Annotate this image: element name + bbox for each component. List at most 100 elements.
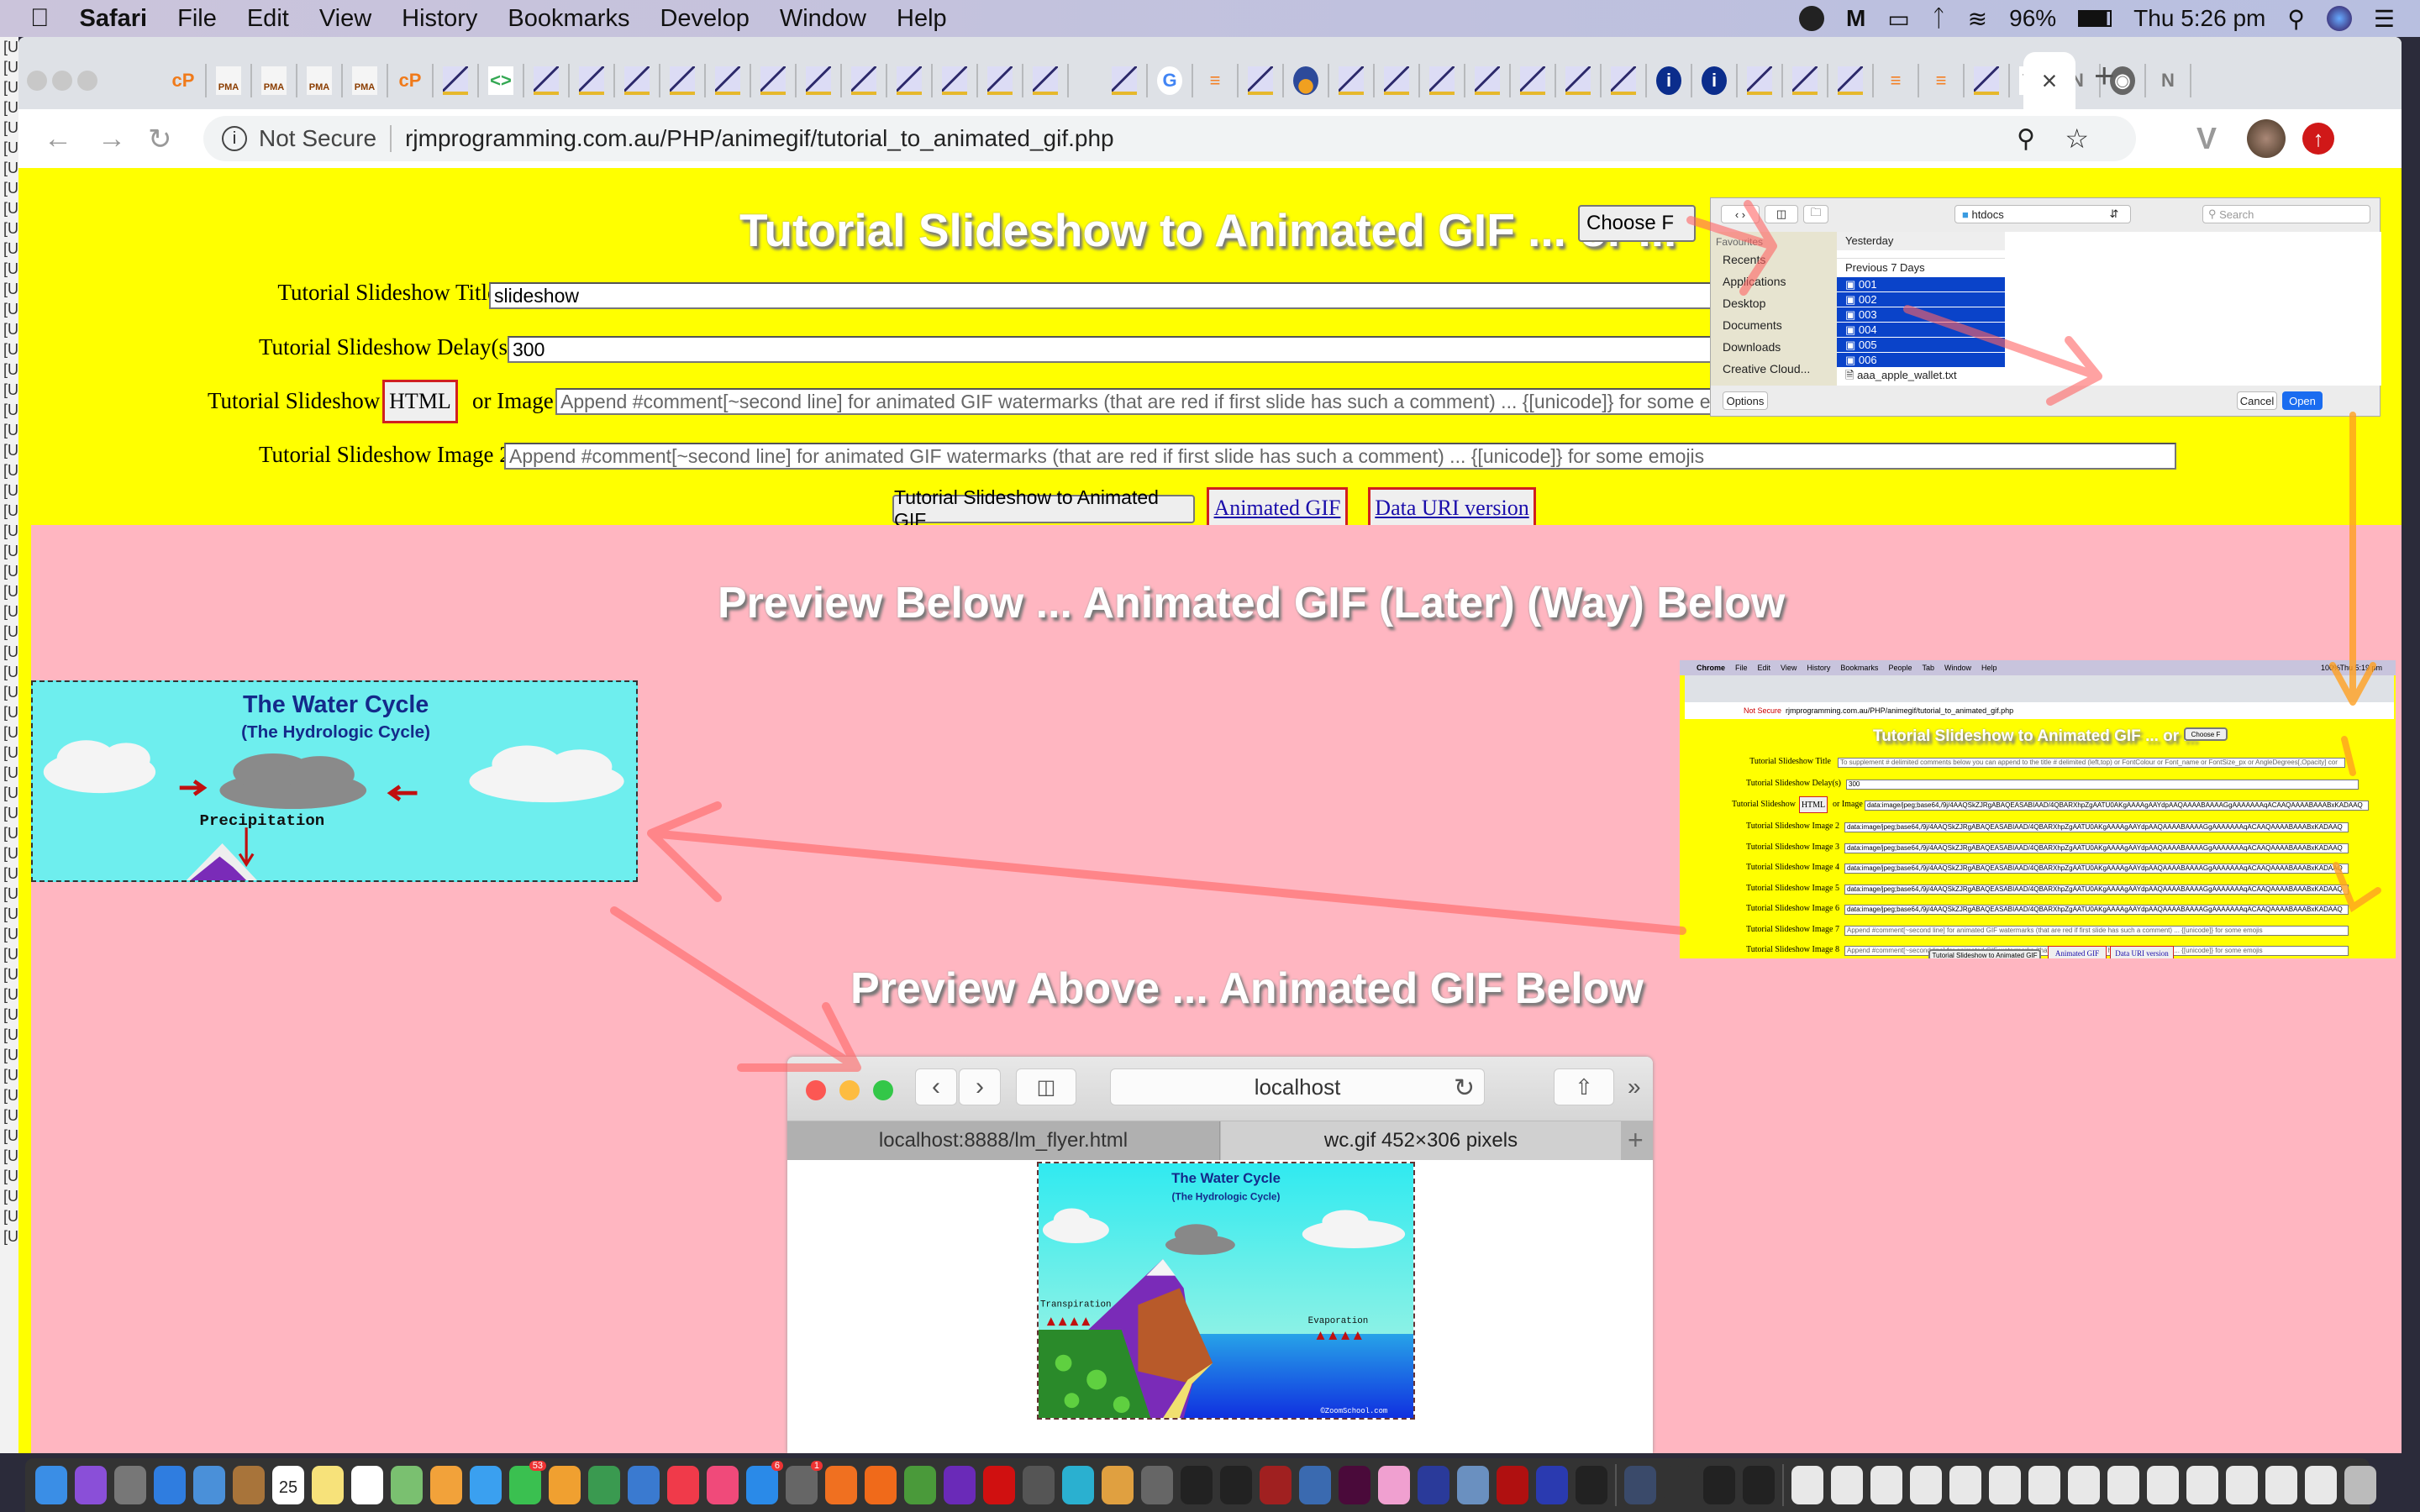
dock-word-press-icon[interactable]: [1418, 1466, 1449, 1504]
safari-minimize-button[interactable]: [839, 1080, 860, 1100]
url-text[interactable]: rjmprogramming.com.au/PHP/animegif/tutor…: [405, 125, 1114, 152]
new-tab-button[interactable]: +: [2094, 55, 2115, 96]
more-chevron-icon[interactable]: »: [1628, 1074, 1641, 1100]
bookmark-star-icon[interactable]: ☆: [2065, 123, 2089, 155]
airplay-icon[interactable]: ▭: [1887, 5, 1909, 33]
dialog-back-forward[interactable]: ‹ ›: [1721, 205, 1760, 223]
dock-inkscape-icon[interactable]: [1220, 1466, 1252, 1504]
file-item-selected[interactable]: ▣ 002: [1837, 292, 2005, 307]
file-item-selected[interactable]: ▣ 001: [1837, 277, 2005, 292]
menu-history[interactable]: History: [402, 5, 477, 33]
tab-rjm[interactable]: [978, 64, 1023, 97]
dock-facetime-icon[interactable]: 53: [509, 1461, 546, 1504]
safari-address-bar[interactable]: localhost: [1110, 1068, 1485, 1105]
dock-reminders-icon[interactable]: [351, 1466, 383, 1504]
clock[interactable]: Thu 5:26 pm: [2133, 5, 2265, 32]
tab-pma[interactable]: PMA: [343, 64, 388, 97]
tab-info[interactable]: i: [1692, 64, 1738, 97]
tab-rjm[interactable]: [751, 64, 797, 97]
dock-photo-booth-icon[interactable]: [1260, 1466, 1292, 1504]
tab-rjm[interactable]: [1738, 64, 1783, 97]
safari-tab-active[interactable]: wc.gif 452×306 pixels: [1221, 1121, 1621, 1160]
window-zoom-button[interactable]: [77, 71, 97, 91]
tab-gdev[interactable]: <>: [479, 64, 524, 97]
tab-so[interactable]: ≡: [1193, 64, 1239, 97]
file-item-selected[interactable]: ▣ 006: [1837, 353, 2005, 368]
dock-finder-icon[interactable]: [35, 1466, 67, 1504]
dock-music-icon[interactable]: [707, 1466, 739, 1504]
tab-rjm[interactable]: [570, 64, 615, 97]
safari-zoom-button[interactable]: [873, 1080, 893, 1100]
tab-rjm[interactable]: [1375, 64, 1420, 97]
dock-doc-icon[interactable]: [1791, 1466, 1823, 1504]
notification-center-icon[interactable]: ☰: [2374, 5, 2395, 33]
dock-doc-icon[interactable]: [1989, 1466, 2021, 1504]
dock-contacts-icon[interactable]: [233, 1466, 265, 1504]
dock-messages-icon[interactable]: [470, 1466, 502, 1504]
window-minimize-button[interactable]: [52, 71, 72, 91]
dialog-search-input[interactable]: ⚲ Search: [2202, 205, 2370, 223]
profile-avatar[interactable]: [2247, 119, 2286, 158]
safari-back-button[interactable]: ‹: [915, 1068, 957, 1105]
avast-status-icon[interactable]: [1799, 6, 1825, 31]
dock-preview-icon[interactable]: [1457, 1466, 1489, 1504]
tab-rjm[interactable]: [1783, 64, 1828, 97]
image-input[interactable]: Append #comment[~second line] for animat…: [555, 388, 1715, 415]
sidebar-documents[interactable]: Documents: [1711, 314, 1837, 336]
animated-gif-link[interactable]: Animated GIF: [1214, 496, 1341, 521]
file-item-selected[interactable]: ▣ 004: [1837, 323, 2005, 338]
tab-rjm[interactable]: [524, 64, 570, 97]
tab-rjm[interactable]: [887, 64, 933, 97]
dock-quicktime-icon[interactable]: [1624, 1466, 1656, 1504]
dock-mail-stamp-icon[interactable]: [193, 1466, 225, 1504]
dock-console-icon[interactable]: [1703, 1466, 1735, 1504]
data-uri-link[interactable]: Data URI version: [1375, 496, 1528, 521]
sidebar-desktop[interactable]: Desktop: [1711, 292, 1837, 314]
tab-so[interactable]: ≡: [1874, 64, 1919, 97]
view-mode-button[interactable]: ◫: [1765, 205, 1798, 223]
menu-help[interactable]: Help: [897, 5, 947, 33]
dock-adobe-xd-icon[interactable]: [1339, 1466, 1370, 1504]
choose-file-button[interactable]: Choose F: [1578, 205, 1696, 242]
dock-system-preferences-icon[interactable]: 1: [786, 1461, 823, 1504]
dock-font-icon[interactable]: [1576, 1466, 1607, 1504]
sidebar-toggle-icon[interactable]: ◫: [1016, 1068, 1076, 1105]
tab-pma[interactable]: PMA: [252, 64, 297, 97]
convert-to-gif-button[interactable]: Tutorial Slideshow to Animated GIF: [892, 486, 1195, 531]
image2-input[interactable]: Append #comment[~second line] for animat…: [504, 443, 2176, 470]
window-close-button[interactable]: [27, 71, 47, 91]
sidebar-applications[interactable]: Applications: [1711, 270, 1837, 292]
tab-rjm[interactable]: [1102, 64, 1148, 97]
dock-doc-icon[interactable]: [2186, 1466, 2218, 1504]
cancel-button[interactable]: Cancel: [2237, 391, 2277, 410]
spotlight-search-icon[interactable]: ⚲: [2287, 5, 2305, 33]
tab-n[interactable]: N: [2146, 64, 2191, 97]
dock-filezilla-like-icon[interactable]: [1062, 1466, 1094, 1504]
safari-close-button[interactable]: [806, 1080, 826, 1100]
dock-console-icon[interactable]: [1743, 1466, 1775, 1504]
dock-firefox-icon[interactable]: [865, 1466, 897, 1504]
battery-icon[interactable]: [2078, 10, 2112, 27]
dock-doc-icon[interactable]: [2107, 1466, 2139, 1504]
safari-tab[interactable]: localhost:8888/lm_flyer.html: [787, 1121, 1220, 1160]
bluetooth-icon[interactable]: ᛏ: [1932, 5, 1946, 32]
dock-notes-icon[interactable]: [312, 1466, 344, 1504]
safari-new-tab-button[interactable]: +: [1628, 1125, 1644, 1156]
dock-numbers-icon[interactable]: [588, 1466, 620, 1504]
tab-rjm[interactable]: [1602, 64, 1647, 97]
zoom-icon[interactable]: ⚲: [2017, 124, 2035, 154]
info-icon[interactable]: i: [222, 126, 247, 151]
tab-rjm[interactable]: [1556, 64, 1602, 97]
tab-rjm[interactable]: [1465, 64, 1511, 97]
html-button[interactable]: HTML: [382, 380, 458, 423]
dock-doc-icon[interactable]: [1870, 1466, 1902, 1504]
delay-input[interactable]: 300: [508, 336, 1718, 363]
new-folder-button[interactable]: 🗀: [1803, 205, 1828, 223]
dock-photos-icon[interactable]: [430, 1466, 462, 1504]
dock-doc-icon[interactable]: [1831, 1466, 1863, 1504]
dock-news-icon[interactable]: [667, 1466, 699, 1504]
dock-r-icon[interactable]: [1299, 1466, 1331, 1504]
battery-percent[interactable]: 96%: [2009, 5, 2056, 32]
dock-audacity-icon[interactable]: [1536, 1466, 1568, 1504]
dock-chrome-icon[interactable]: [904, 1466, 936, 1504]
